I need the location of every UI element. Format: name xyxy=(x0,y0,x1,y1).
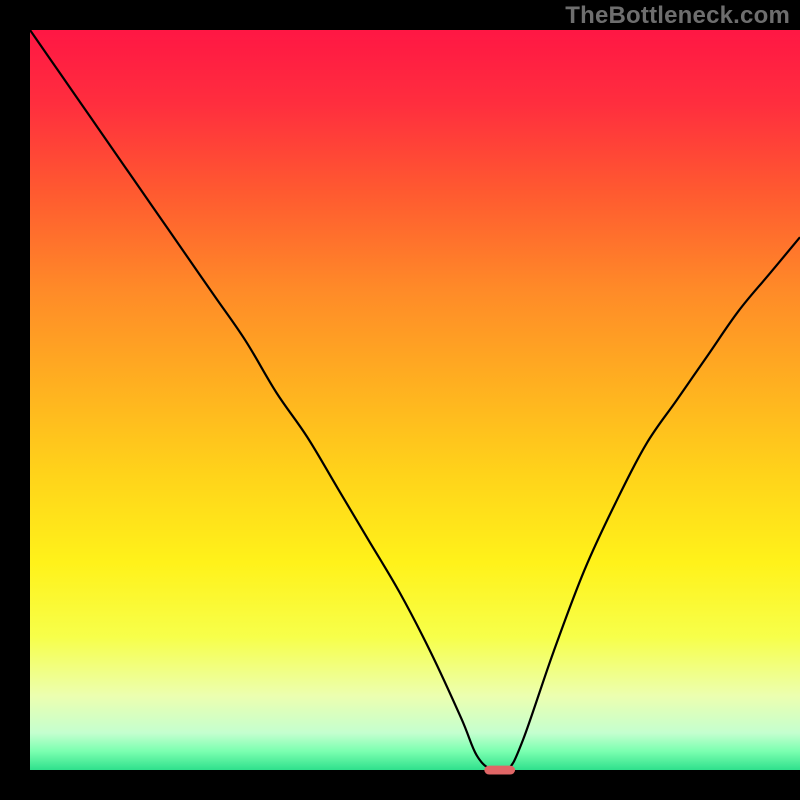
chart-stage: TheBottleneck.com xyxy=(0,0,800,800)
min-marker xyxy=(484,766,515,775)
plot-background xyxy=(30,30,800,770)
bottleneck-chart xyxy=(0,0,800,800)
